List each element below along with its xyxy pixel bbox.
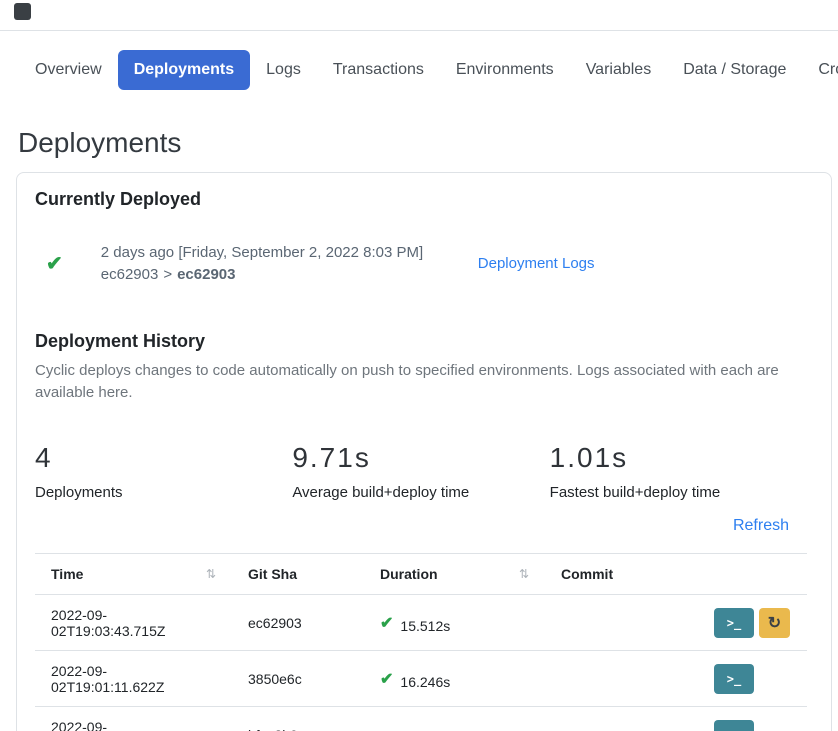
cell-git-sha: 3850e6c <box>232 651 364 707</box>
stat-average-time: 9.71s Average build+deploy time <box>292 442 549 501</box>
cell-duration <box>364 707 545 731</box>
redeploy-button[interactable]: ↻ <box>759 608 790 638</box>
stat-fastest-time: 1.01s Fastest build+deploy time <box>550 442 807 501</box>
deploy-time-text: 2 days ago [Friday, September 2, 2022 8:… <box>101 242 441 263</box>
column-header-time-label: Time <box>51 566 83 582</box>
tab-variables[interactable]: Variables <box>570 50 668 90</box>
sha-from: ec62903 <box>101 266 159 283</box>
currently-deployed-heading: Currently Deployed <box>35 189 807 210</box>
tab-overview[interactable]: Overview <box>19 50 118 90</box>
tab-environments[interactable]: Environments <box>440 50 570 90</box>
currently-deployed-row: ✔ 2 days ago [Friday, September 2, 2022 … <box>35 242 807 285</box>
terminal-icon: >_ <box>727 616 741 630</box>
sort-icon[interactable]: ⇅ <box>206 567 216 581</box>
page-title: Deployments <box>18 127 838 159</box>
duration-value: 15.512s <box>400 618 450 634</box>
app-logo[interactable] <box>14 3 31 20</box>
stats-row: 4 Deployments 9.71s Average build+deploy… <box>35 442 807 501</box>
tab-cron[interactable]: Cron <box>802 50 838 90</box>
column-header-actions <box>706 554 807 595</box>
cell-commit <box>545 651 706 707</box>
column-header-git-sha: Git Sha <box>232 554 364 595</box>
stat-deployments: 4 Deployments <box>35 442 292 501</box>
terminal-button[interactable]: >_ <box>714 720 754 731</box>
duration-value: 16.246s <box>400 674 450 690</box>
column-header-commit: Commit <box>545 554 706 595</box>
refresh-link[interactable]: Refresh <box>733 517 789 534</box>
stat-deployments-value: 4 <box>35 442 292 474</box>
deployment-history-description: Cyclic deploys changes to code automatic… <box>35 360 807 404</box>
stat-deployments-label: Deployments <box>35 484 292 501</box>
column-header-time[interactable]: Time ⇅ <box>35 554 232 595</box>
sha-separator: > <box>163 266 172 283</box>
cell-duration: ✔ 16.246s <box>364 651 545 707</box>
stat-average-time-value: 9.71s <box>292 442 549 474</box>
refresh-wrap: Refresh <box>35 517 789 535</box>
terminal-icon: >_ <box>727 728 741 731</box>
deployments-card: Currently Deployed ✔ 2 days ago [Friday,… <box>16 172 832 731</box>
deploy-shas: ec62903>ec62903 <box>101 264 441 285</box>
stat-average-time-label: Average build+deploy time <box>292 484 549 501</box>
tab-deployments[interactable]: Deployments <box>118 50 250 90</box>
redeploy-icon: ↻ <box>768 613 781 633</box>
deploy-info: 2 days ago [Friday, September 2, 2022 8:… <box>101 242 441 285</box>
deployment-history-heading: Deployment History <box>35 331 807 352</box>
table-row: 2022-09-02T18:59:34.541Z bfec8b9 >_ <box>35 707 807 731</box>
tab-logs[interactable]: Logs <box>250 50 317 90</box>
app-viewport: Overview Deployments Logs Transactions E… <box>0 0 838 731</box>
tab-transactions[interactable]: Transactions <box>317 50 440 90</box>
success-check-icon: ✔ <box>380 671 393 688</box>
deployment-logs-link[interactable]: Deployment Logs <box>478 255 595 272</box>
cell-time: 2022-09-02T19:01:11.622Z <box>35 651 232 707</box>
deployments-table: Time ⇅ Git Sha Duration ⇅ Commit <box>35 553 807 731</box>
terminal-button[interactable]: >_ <box>714 608 754 638</box>
table-row: 2022-09-02T19:03:43.715Z ec62903 ✔ 15.512… <box>35 595 807 651</box>
cell-time: 2022-09-02T19:03:43.715Z <box>35 595 232 651</box>
top-bar <box>0 0 838 31</box>
cell-commit <box>545 595 706 651</box>
cell-actions: >_ <box>706 651 807 707</box>
cell-commit <box>545 707 706 731</box>
success-check-icon: ✔ <box>46 254 63 274</box>
table-row: 2022-09-02T19:01:11.622Z 3850e6c ✔ 16.246… <box>35 651 807 707</box>
terminal-icon: >_ <box>727 672 741 686</box>
terminal-button[interactable]: >_ <box>714 664 754 694</box>
cell-git-sha: ec62903 <box>232 595 364 651</box>
cell-duration: ✔ 15.512s <box>364 595 545 651</box>
cell-git-sha: bfec8b9 <box>232 707 364 731</box>
stat-fastest-time-label: Fastest build+deploy time <box>550 484 807 501</box>
column-header-duration[interactable]: Duration ⇅ <box>364 554 545 595</box>
stat-fastest-time-value: 1.01s <box>550 442 807 474</box>
column-header-duration-label: Duration <box>380 566 438 582</box>
tab-bar: Overview Deployments Logs Transactions E… <box>0 50 838 90</box>
table-header-row: Time ⇅ Git Sha Duration ⇅ Commit <box>35 554 807 595</box>
sort-icon[interactable]: ⇅ <box>519 567 529 581</box>
cell-actions: >_ ↻ <box>706 595 807 651</box>
cell-time: 2022-09-02T18:59:34.541Z <box>35 707 232 731</box>
success-check-icon: ✔ <box>380 615 393 632</box>
tab-data-storage[interactable]: Data / Storage <box>667 50 802 90</box>
cell-actions: >_ <box>706 707 807 731</box>
sha-to: ec62903 <box>177 266 235 283</box>
